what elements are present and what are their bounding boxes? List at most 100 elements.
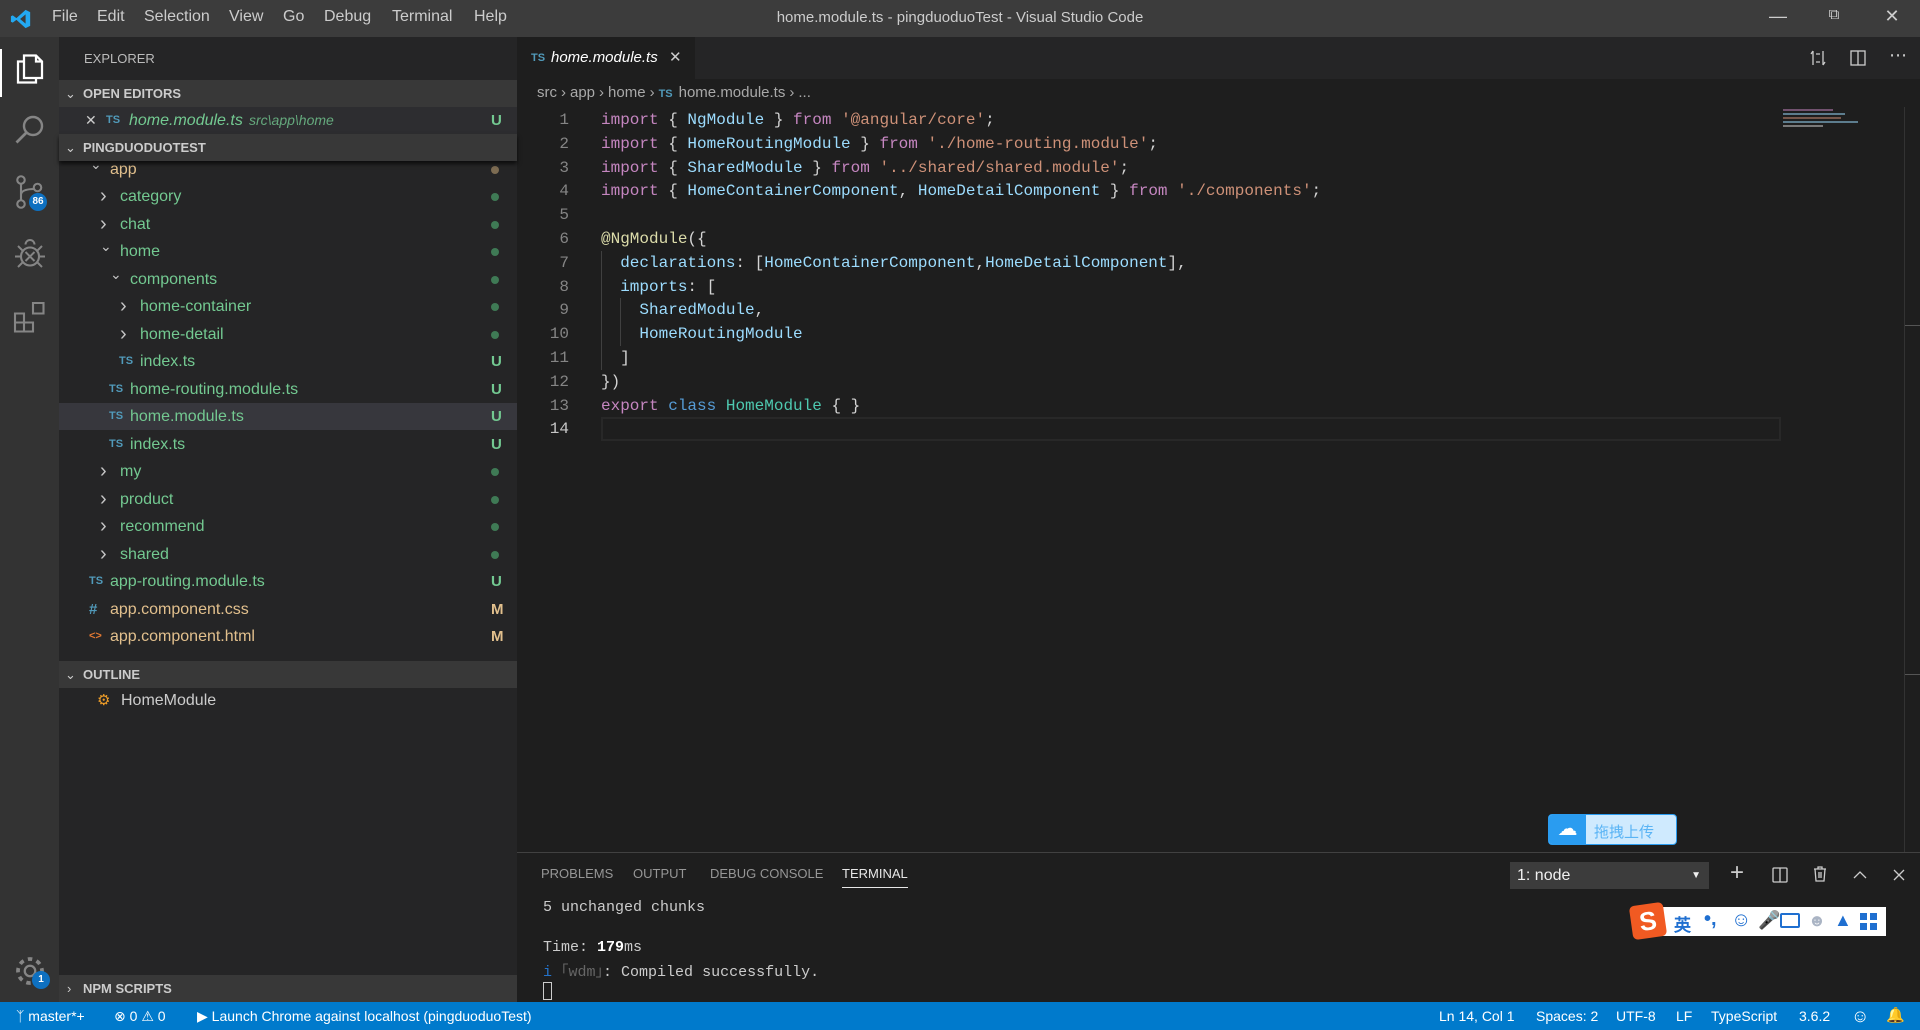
ts-version[interactable]: 3.6.2 xyxy=(1799,1002,1830,1030)
keyboard-icon[interactable] xyxy=(1780,913,1800,928)
tree-item-home[interactable]: ⌄ home xyxy=(59,238,517,265)
code-editor[interactable]: 1 import { NgModule } from '@angular/core… xyxy=(517,108,1787,508)
open-editors-header[interactable]: ⌄ OPEN EDITORS xyxy=(59,80,517,107)
feedback-smiley-icon[interactable]: ☺ xyxy=(1851,1002,1869,1030)
close-window-button[interactable]: ✕ xyxy=(1880,6,1904,30)
minimap[interactable] xyxy=(1783,107,1863,135)
encoding[interactable]: UTF-8 xyxy=(1616,1002,1656,1030)
tree-item-shared[interactable]: › shared xyxy=(59,541,517,568)
npm-scripts-header[interactable]: › NPM SCRIPTS xyxy=(59,975,517,1002)
breadcrumb-item[interactable]: src xyxy=(537,84,557,101)
outline-item[interactable]: ⚙ HomeModule xyxy=(59,687,517,714)
code-token: : [ xyxy=(735,253,765,272)
baidu-upload-widget[interactable]: ☁ 拖拽上传 xyxy=(1548,814,1677,845)
branch-indicator[interactable]: ᛉ master*+ xyxy=(16,1002,85,1030)
code-token: ], xyxy=(1167,253,1187,272)
tab-output[interactable]: OUTPUT xyxy=(633,866,686,881)
code-line: import { SharedModule } from '../shared/… xyxy=(601,156,1129,180)
breadcrumb-item[interactable]: app xyxy=(570,84,595,101)
tab-close-icon[interactable]: ✕ xyxy=(669,37,682,79)
indent-guide xyxy=(601,250,602,370)
line-ending[interactable]: LF xyxy=(1676,1002,1692,1030)
maximize-panel-icon[interactable] xyxy=(1851,866,1869,884)
tree-item-home-module-ts[interactable]: TS home.module.ts U xyxy=(59,403,517,430)
code-line: import { NgModule } from '@angular/core'… xyxy=(601,108,995,132)
chevron-right-icon: › xyxy=(100,460,107,482)
new-terminal-icon[interactable]: + xyxy=(1730,859,1744,887)
tree-item-product[interactable]: › product xyxy=(59,486,517,513)
tree-item-home-container[interactable]: › home-container xyxy=(59,293,517,320)
tree-item-recommend[interactable]: › recommend xyxy=(59,513,517,540)
open-editor-item[interactable]: ✕ TS home.module.ts src\app\home U xyxy=(59,107,517,134)
ime-toolbar[interactable]: S 英 •, ☺ 🎤 ☻ ▲ xyxy=(1628,901,1886,941)
explorer-icon[interactable] xyxy=(12,51,48,87)
tab-problems[interactable]: PROBLEMS xyxy=(541,866,613,881)
tree-item-app-component-css[interactable]: # app.component.css M xyxy=(59,596,517,623)
tree-item-app-component-html[interactable]: <> app.component.html M xyxy=(59,623,517,650)
tab-debug-console[interactable]: DEBUG CONSOLE xyxy=(710,866,823,881)
split-editor-icon[interactable] xyxy=(1849,49,1867,67)
tab-home-module[interactable]: TS home.module.ts ✕ xyxy=(517,37,695,79)
extensions-icon[interactable] xyxy=(12,300,48,336)
tab-terminal[interactable]: TERMINAL xyxy=(842,866,908,888)
maximize-button[interactable]: ⧉ xyxy=(1822,6,1846,30)
minimize-button[interactable]: — xyxy=(1766,6,1790,30)
project-header[interactable]: ⌄ PINGDUODUOTEST xyxy=(59,134,517,161)
code-line: imports: [ xyxy=(601,275,716,299)
more-actions-icon[interactable]: ⋯ xyxy=(1889,45,1907,66)
close-panel-icon[interactable] xyxy=(1890,866,1908,884)
cursor-position[interactable]: Ln 14, Col 1 xyxy=(1439,1002,1515,1030)
tree-item-components[interactable]: ⌄ components xyxy=(59,266,517,293)
tree-item-my[interactable]: › my xyxy=(59,458,517,485)
split-terminal-icon[interactable] xyxy=(1771,866,1789,884)
breadcrumb-item[interactable]: home.module.ts xyxy=(679,84,786,101)
code-token: import xyxy=(601,182,659,201)
breadcrumb-item[interactable]: home xyxy=(608,84,646,101)
close-icon[interactable]: ✕ xyxy=(85,107,97,134)
tree-item-category[interactable]: › category xyxy=(59,183,517,210)
terminal-select[interactable]: 1: node ▼ xyxy=(1510,862,1709,889)
breadcrumb-item[interactable]: ... xyxy=(798,84,811,101)
overview-ruler[interactable] xyxy=(1905,325,1920,675)
debug-icon[interactable] xyxy=(12,237,48,273)
open-editor-path: src\app\home xyxy=(249,112,334,128)
tree-item-home-detail[interactable]: › home-detail xyxy=(59,321,517,348)
indentation[interactable]: Spaces: 2 xyxy=(1536,1002,1598,1030)
launch-config[interactable]: ▶ Launch Chrome against localhost (pingd… xyxy=(197,1002,532,1030)
code-token: '../shared/shared.module' xyxy=(879,158,1120,177)
code-token: HomeContainerComponent xyxy=(764,253,976,272)
search-icon[interactable] xyxy=(12,111,48,147)
dropdown-arrow-icon: ▼ xyxy=(1691,870,1701,881)
language-mode[interactable]: TypeScript xyxy=(1711,1002,1777,1030)
code-token: from xyxy=(831,158,870,177)
trash-icon[interactable] xyxy=(1811,865,1829,883)
user-icon[interactable]: ☻ xyxy=(1808,911,1826,931)
code-line: export class HomeModule { } xyxy=(601,394,860,418)
tree-item-home-routing-module-ts[interactable]: TS home-routing.module.ts U xyxy=(59,376,517,403)
toolbox-icon[interactable] xyxy=(1860,913,1877,930)
code-line: SharedModule, xyxy=(601,298,764,322)
problems-indicator[interactable]: ⊗ 0 ⚠ 0 xyxy=(114,1002,166,1030)
microphone-icon[interactable]: 🎤 xyxy=(1758,910,1780,931)
code-token: }) xyxy=(601,372,621,391)
time-value: 179 xyxy=(597,939,625,956)
emoji-icon[interactable]: ☺ xyxy=(1731,909,1751,932)
ime-mode-label[interactable]: 英 xyxy=(1674,911,1691,936)
notifications-bell-icon[interactable]: 🔔 xyxy=(1886,1002,1905,1030)
tab-bar: TS home.module.ts ✕ ⋯ xyxy=(517,37,1920,79)
git-status: M xyxy=(491,628,504,645)
punctuation-icon[interactable]: •, xyxy=(1704,908,1717,931)
tree-item-index-ts[interactable]: TS index.ts U xyxy=(59,431,517,458)
open-changes-icon[interactable] xyxy=(1809,49,1827,67)
code-token: HomeRoutingModule xyxy=(639,325,803,344)
settings-badge: 1 xyxy=(32,971,50,989)
line-number: 10 xyxy=(549,325,569,344)
tree-item-label: chat xyxy=(120,215,151,233)
tree-item-index-ts[interactable]: TS index.ts U xyxy=(59,348,517,375)
tree-item-app-routing-module-ts[interactable]: TS app-routing.module.ts U xyxy=(59,568,517,595)
outline-header[interactable]: ⌄ OUTLINE xyxy=(59,661,517,688)
tree-item-chat[interactable]: › chat xyxy=(59,211,517,238)
code-token: './components' xyxy=(1177,182,1312,201)
skin-icon[interactable]: ▲ xyxy=(1834,910,1852,931)
